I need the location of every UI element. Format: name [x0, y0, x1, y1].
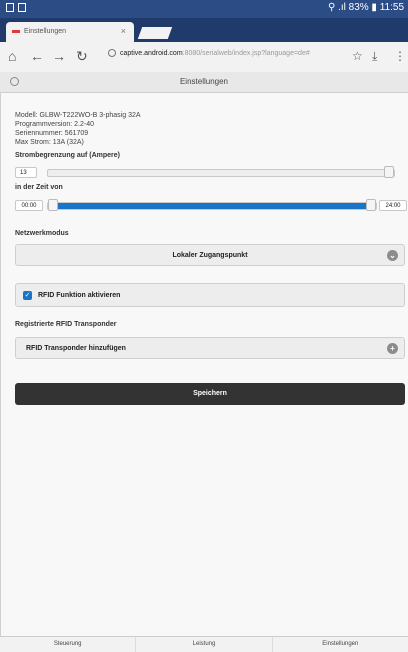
time-range-start-handle[interactable]: [48, 199, 58, 211]
close-icon[interactable]: ×: [121, 26, 126, 36]
max-current-text: Max Strom: 13A (32A): [15, 139, 84, 146]
network-mode-value: Lokaler Zugangspunkt: [172, 252, 248, 259]
network-mode-select[interactable]: Lokaler Zugangspunkt ⌄: [15, 244, 405, 266]
file-notification-icon: [18, 3, 26, 12]
device-info: Modell: GLBW-T222WO-B 3-phasig 32A Progr…: [15, 111, 141, 147]
add-rfid-button[interactable]: RFID Transponder hinzufügen +: [15, 337, 405, 359]
model-text: Modell: GLBW-T222WO-B 3-phasig 32A: [15, 112, 141, 119]
forward-icon[interactable]: →: [52, 48, 66, 64]
chevron-down-icon: ⌄: [387, 250, 398, 261]
plus-icon: +: [387, 343, 398, 354]
network-mode-label: Netzwerkmodus: [15, 230, 69, 237]
settings-content: Modell: GLBW-T222WO-B 3-phasig 32A Progr…: [0, 93, 408, 636]
time-range-fill: [48, 203, 376, 209]
address-bar[interactable]: captive.android.com:8080/serialweb/index…: [108, 49, 348, 65]
time-range-end-handle[interactable]: [366, 199, 376, 211]
current-limit-slider-handle[interactable]: [384, 166, 394, 178]
time-range-slider[interactable]: [47, 199, 377, 211]
browser-tab-strip: Einstellungen ×: [0, 18, 408, 42]
bottom-nav: Steuerung Leistung Einstellungen: [0, 636, 408, 652]
download-icon[interactable]: ⤓: [372, 48, 377, 64]
save-button[interactable]: Speichern: [15, 383, 405, 405]
time-range-label: in der Zeit von: [15, 184, 63, 191]
browser-toolbar: ⌂ ← → ↻ captive.android.com:8080/serialw…: [0, 42, 408, 73]
gallery-notification-icon: [6, 3, 14, 12]
browser-tab[interactable]: Einstellungen ×: [6, 22, 134, 42]
nav-item-leistung[interactable]: Leistung: [136, 637, 273, 652]
url-host: captive.android.com: [120, 49, 183, 57]
home-icon[interactable]: ⌂: [8, 48, 16, 64]
back-icon[interactable]: ←: [30, 48, 44, 64]
status-readout: ⚲ .ıl 83% ▮ 11:55: [327, 2, 404, 13]
star-icon[interactable]: ☆: [352, 48, 363, 64]
page-title: Einstellungen: [179, 77, 229, 86]
add-rfid-label: RFID Transponder hinzufügen: [26, 345, 126, 352]
registered-rfid-label: Registrierte RFID Transponder: [15, 321, 117, 328]
nav-item-einstellungen[interactable]: Einstellungen: [273, 637, 408, 652]
program-version-text: Programmversion: 2.2-40: [15, 121, 94, 128]
serial-number-text: Seriennummer: 561709: [15, 130, 89, 137]
nav-item-steuerung[interactable]: Steuerung: [0, 637, 137, 652]
menu-icon[interactable]: ⋮: [394, 48, 406, 64]
time-end-input[interactable]: 24:00: [379, 200, 407, 211]
new-tab-button[interactable]: [137, 27, 173, 39]
app-header: Einstellungen: [0, 72, 408, 93]
rfid-enable-checkbox[interactable]: ✓: [23, 291, 32, 300]
status-bar: ⚲ .ıl 83% ▮ 11:55: [0, 0, 408, 18]
tab-title: Einstellungen: [24, 28, 67, 35]
rfid-enable-label: RFID Funktion aktivieren: [38, 292, 121, 299]
reload-icon[interactable]: ↻: [76, 48, 88, 64]
current-limit-label: Strombegrenzung auf (Ampere): [15, 152, 121, 159]
favicon-icon: [12, 30, 20, 33]
time-start-input[interactable]: 00:00: [15, 200, 43, 211]
current-limit-input[interactable]: 13: [15, 167, 37, 178]
current-limit-slider[interactable]: [47, 166, 395, 178]
url-path: :8080/serialweb/index.jsp?language=de#: [182, 49, 310, 57]
info-icon: [108, 49, 116, 57]
rfid-enable-row[interactable]: ✓ RFID Funktion aktivieren: [15, 283, 405, 307]
